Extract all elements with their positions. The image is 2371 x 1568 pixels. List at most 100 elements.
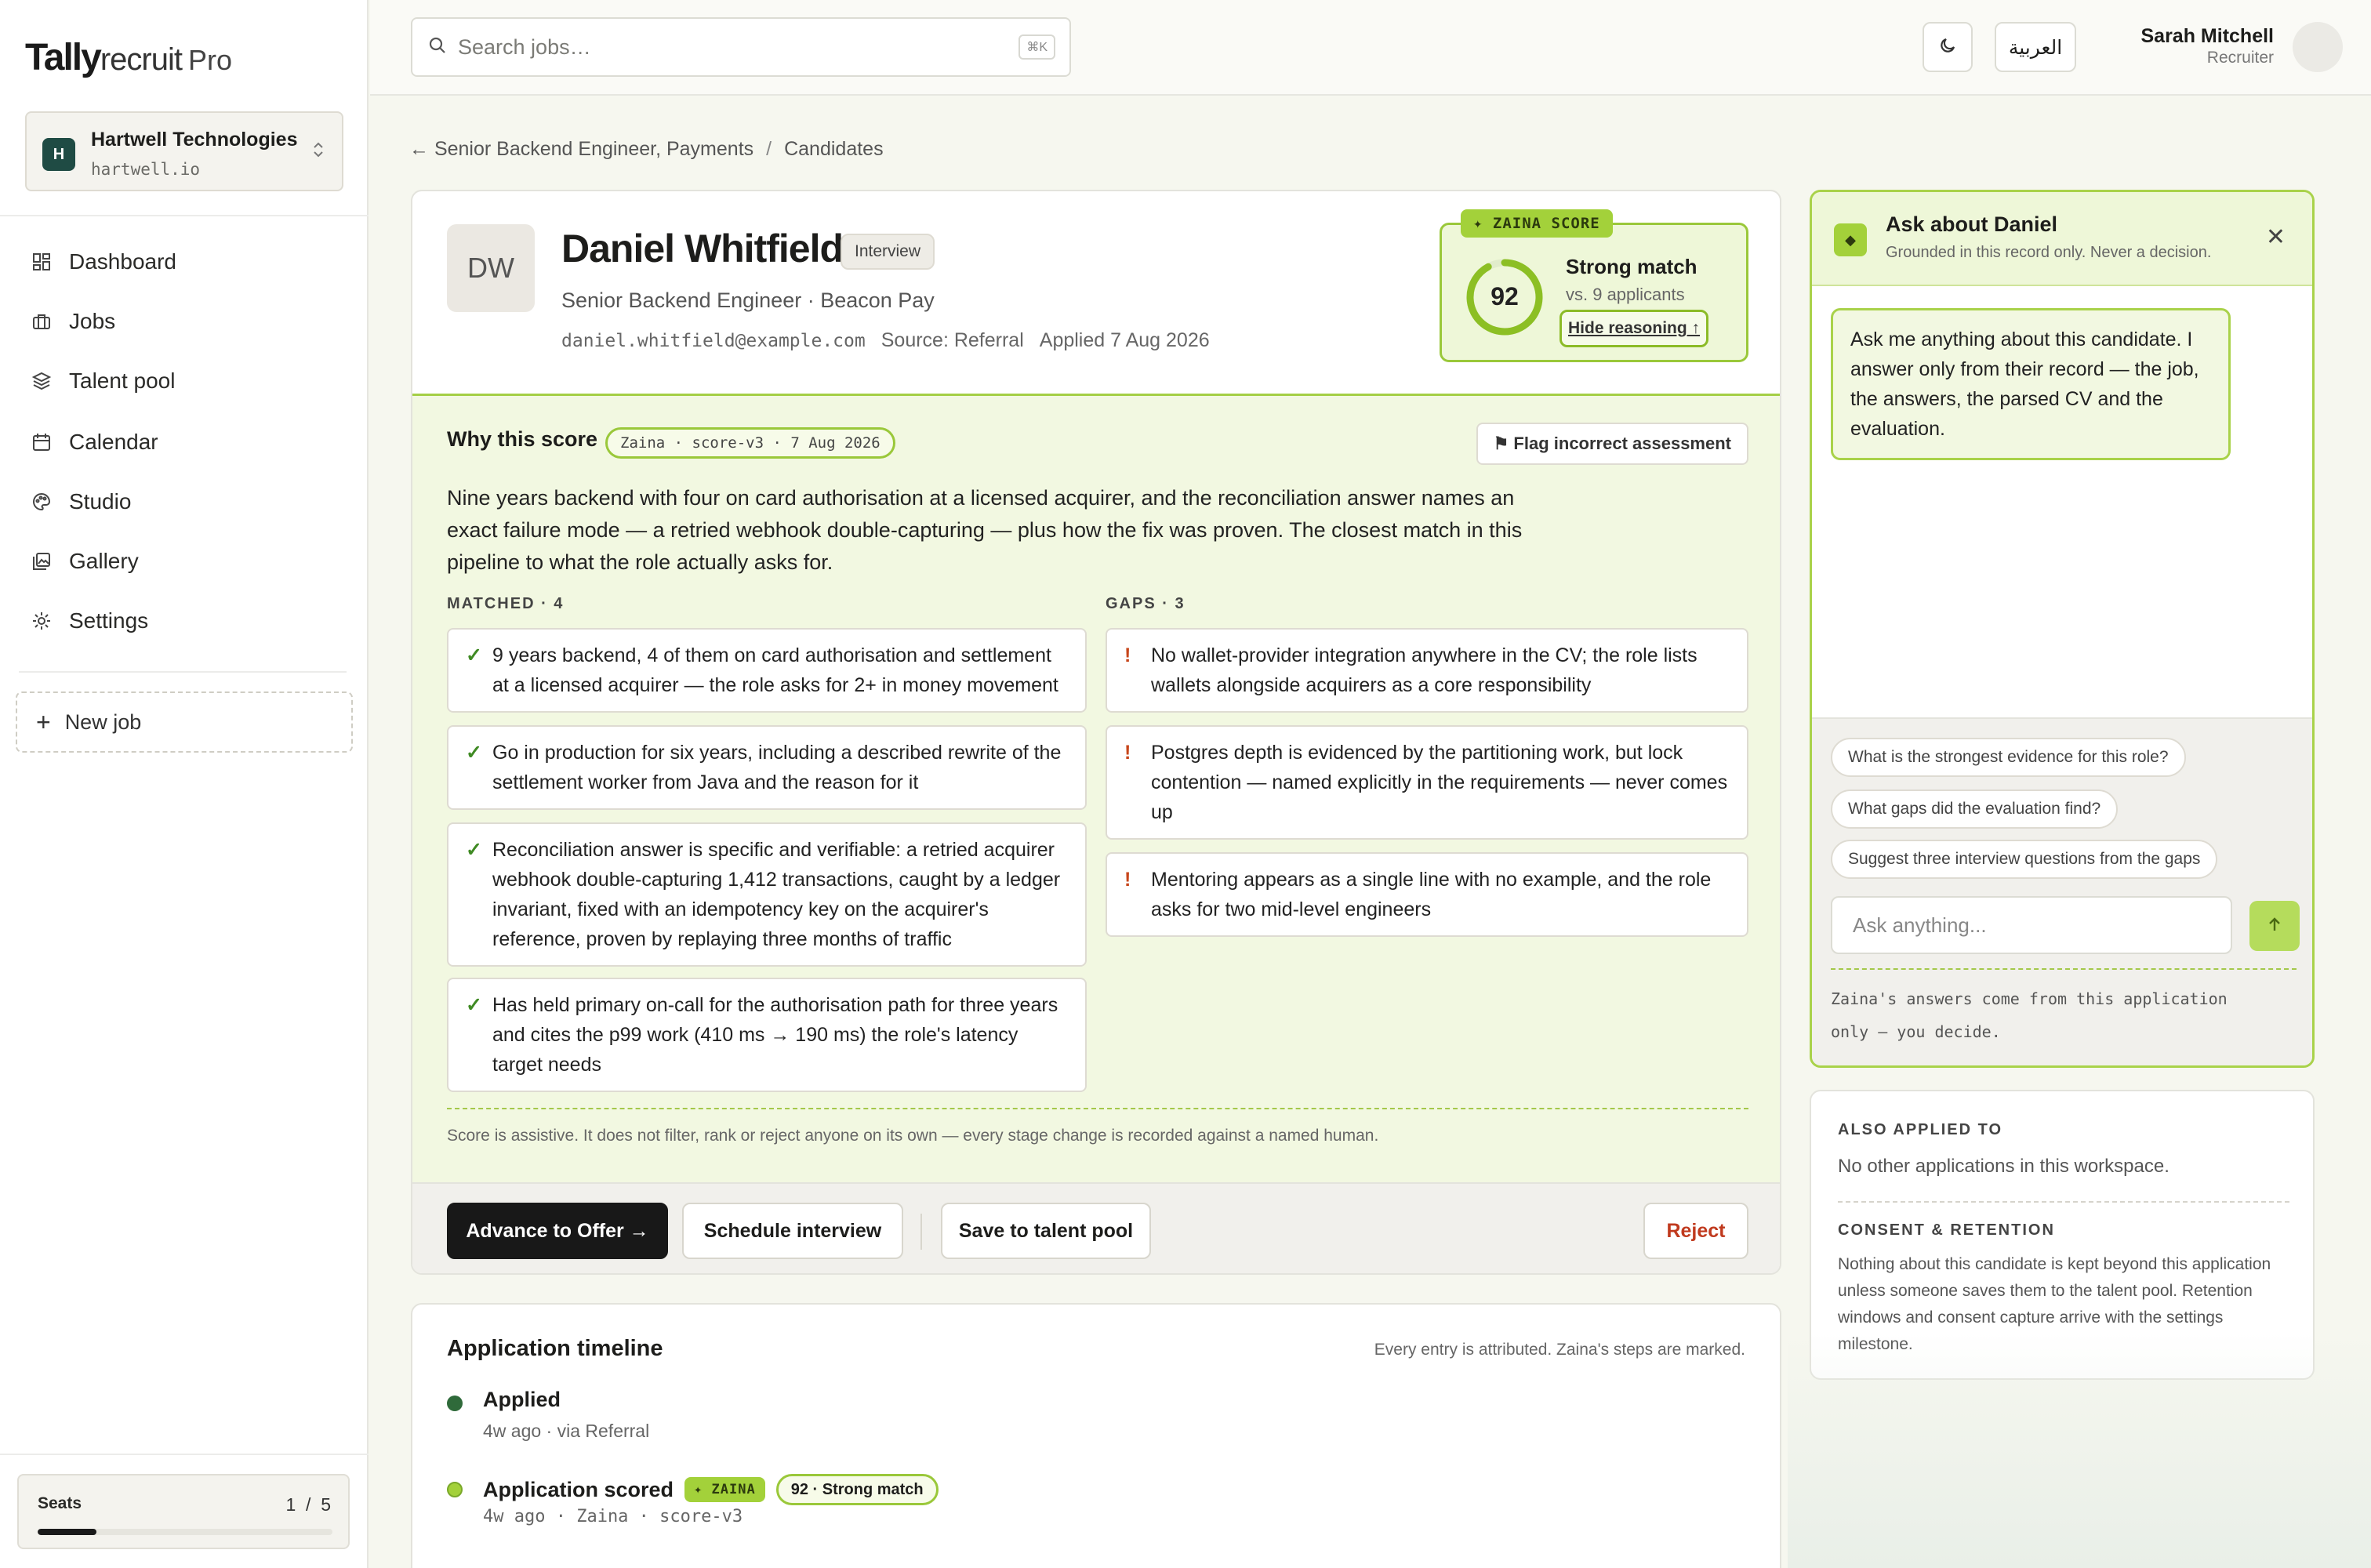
timeline-event-title: Application scored ✦ ZAINA 92 · Strong mat… [483, 1474, 939, 1505]
matched-header: MATCHED · 4 [447, 595, 565, 612]
sidebar-divider [19, 671, 347, 673]
workspace-domain: hartwell.io [91, 160, 201, 179]
candidate-name: Daniel Whitfield [561, 227, 844, 270]
seats-meter: Seats 1 / 5 [17, 1474, 350, 1549]
send-button[interactable] [2249, 901, 2300, 951]
workspace-switcher[interactable]: H Hartwell Technologies hartwell.io [25, 111, 343, 191]
zaina-badge: ✦ ZAINA [684, 1477, 765, 1502]
suggestion-chip[interactable]: What gaps did the evaluation find? [1831, 789, 2119, 829]
sidebar-item-studio[interactable]: Studio [19, 478, 348, 525]
matched-item: ✓ Has held primary on-call for the author… [447, 978, 1087, 1092]
seats-label: Seats [38, 1494, 82, 1512]
check-icon: ✓ [466, 839, 482, 861]
close-icon[interactable]: ✕ [2266, 223, 2286, 251]
divider [920, 1214, 922, 1250]
save-to-talent-pool-button[interactable]: Save to talent pool [941, 1203, 1151, 1259]
hide-reasoning-button[interactable]: Hide reasoning ↑ [1559, 310, 1709, 347]
timeline-attribution: Every entry is attributed. Zaina's steps… [1374, 1341, 1745, 1359]
gaps-header: GAPS · 3 [1106, 595, 1186, 612]
brand-logo[interactable]: Tallyrecruit Pro [25, 36, 232, 79]
ask-input[interactable]: Ask anything... [1831, 896, 2232, 954]
top-bar: Search jobs… ⌘K العربية Sarah Mitchell R… [370, 0, 2371, 96]
timeline-title: Application timeline [447, 1336, 663, 1361]
timeline-event-meta: 4w ago · Zaina · score-v3 [483, 1507, 743, 1526]
user-role: Recruiter [2206, 49, 2274, 67]
user-name: Sarah Mitchell [2140, 25, 2275, 47]
consent-title: CONSENT & RETENTION [1838, 1221, 2055, 1239]
warning-icon: ! [1124, 742, 1131, 764]
ask-subtitle: Grounded in this record only. Never a de… [1886, 244, 2212, 261]
matched-item: ✓ Reconciliation answer is specific and v… [447, 822, 1087, 967]
score-compare: vs. 9 applicants [1566, 285, 1685, 304]
reject-button[interactable]: Reject [1643, 1203, 1748, 1259]
candidate-meta: daniel.whitfield@example.com Source: Ref… [561, 329, 1210, 352]
matched-item: ✓ Go in production for six years, includi… [447, 725, 1087, 810]
sidebar-item-label: Talent pool [69, 368, 176, 393]
briefcase-icon [30, 310, 53, 333]
sidebar-item-calendar[interactable]: Calendar [19, 419, 348, 466]
flag-assessment-button[interactable]: ⚑ Flag incorrect assessment [1476, 423, 1748, 465]
warning-icon: ! [1124, 644, 1131, 666]
score-summary: Nine years backend with four on card aut… [447, 486, 1523, 574]
language-toggle[interactable]: العربية [1995, 22, 2076, 72]
sidebar-item-settings[interactable]: Settings [19, 597, 348, 644]
sidebar-divider [0, 1454, 369, 1455]
timeline-event-meta: 4w ago · via Referral [483, 1421, 650, 1441]
breadcrumb-current[interactable]: Candidates [784, 138, 883, 161]
action-bar: Advance to Offer → Schedule interview Sa… [412, 1182, 1780, 1273]
palette-icon [30, 490, 53, 514]
layers-icon [30, 369, 53, 393]
assistive-note: Score is assistive. It does not filter, … [447, 1127, 1379, 1145]
advance-to-offer-button[interactable]: Advance to Offer → [447, 1203, 668, 1259]
sidebar-item-talent-pool[interactable]: Talent pool [19, 358, 348, 405]
sparkle-icon: ◆ [1834, 223, 1867, 256]
sidebar-item-dashboard[interactable]: Dashboard [19, 238, 348, 285]
divider [447, 1108, 1748, 1109]
check-icon: ✓ [466, 994, 482, 1016]
score-tag: ✦ ZAINA SCORE [1461, 209, 1613, 238]
new-job-button[interactable]: + New job [16, 691, 353, 753]
workspace-avatar: H [42, 138, 75, 171]
search-input[interactable]: Search jobs… ⌘K [411, 17, 1071, 77]
suggestion-chip[interactable]: Suggest three interview questions from t… [1831, 840, 2218, 879]
warning-icon: ! [1124, 869, 1131, 891]
breadcrumb-back-link[interactable]: ← Senior Backend Engineer, Payments [409, 138, 753, 161]
score-label: Strong match [1566, 255, 1697, 278]
background-gradient [1788, 1333, 2371, 1568]
score-value: 92 [1490, 282, 1519, 310]
seats-progress-bar [38, 1529, 332, 1535]
score-card: ✦ ZAINA SCORE 92 Strong match vs. 9 appl… [1440, 209, 1748, 362]
sidebar-item-gallery[interactable]: Gallery [19, 538, 348, 585]
workspace-name: Hartwell Technologies [91, 129, 298, 151]
calendar-icon [30, 430, 53, 454]
candidate-role: Senior Backend Engineer · Beacon Pay [561, 289, 935, 312]
score-badge: 92 · Strong match [775, 1474, 939, 1505]
breadcrumb: ← Senior Backend Engineer, Payments / Ca… [409, 138, 884, 161]
search-shortcut: ⌘K [1018, 34, 1055, 60]
ask-disclaimer: Zaina's answers come from this applicati… [1831, 989, 2228, 1041]
also-applied-value: No other applications in this workspace. [1838, 1156, 2169, 1177]
ask-header: ◆ Ask about Daniel Grounded in this reco… [1812, 192, 2312, 286]
sidebar-divider [0, 215, 369, 216]
avatar[interactable] [2293, 22, 2343, 72]
sidebar-item-label: Studio [69, 489, 132, 514]
candidate-source: Source: Referral [881, 329, 1024, 351]
why-this-score-panel: Why this score Zaina · score-v3 · 7 Aug … [412, 394, 1780, 1182]
candidate-email[interactable]: daniel.whitfield@example.com [561, 331, 866, 351]
dark-mode-toggle[interactable] [1923, 22, 1973, 72]
gallery-icon [30, 550, 53, 573]
suggestion-chip[interactable]: What is the strongest evidence for this … [1831, 738, 2186, 777]
arrow-up-icon [2266, 916, 2283, 937]
new-job-label: New job [64, 710, 142, 734]
schedule-interview-button[interactable]: Schedule interview [682, 1203, 903, 1259]
check-icon: ✓ [466, 742, 482, 764]
sidebar: Tallyrecruit Pro H Hartwell Technologies … [0, 0, 369, 1568]
seats-count: 1 / 5 [285, 1494, 331, 1515]
why-title: Why this score [447, 427, 598, 451]
candidate-card: DW Daniel Whitfield Interview Senior Bac… [411, 190, 1781, 1275]
assistant-message: Ask me anything about this candidate. I … [1831, 308, 2231, 460]
score-ring: 92 [1466, 259, 1543, 336]
sidebar-item-label: Settings [69, 608, 149, 633]
gear-icon [30, 609, 53, 633]
sidebar-item-jobs[interactable]: Jobs [19, 298, 348, 345]
